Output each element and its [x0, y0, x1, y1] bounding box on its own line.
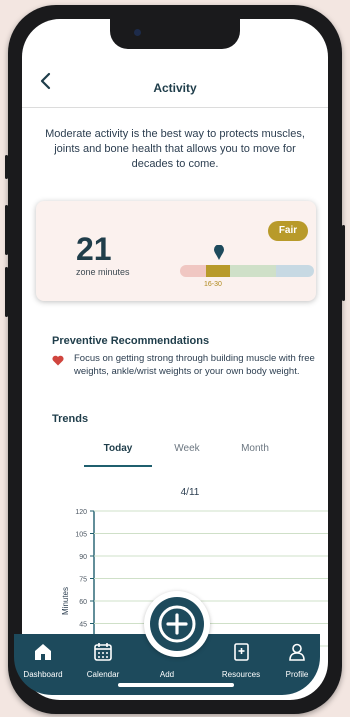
nav-label: Resources — [221, 670, 261, 679]
home-indicator — [118, 683, 234, 687]
range-bar — [180, 265, 314, 277]
nav-dashboard[interactable]: Dashboard — [16, 642, 70, 679]
range-good-segment — [230, 265, 276, 277]
y-tick-label: 45 — [79, 622, 87, 629]
active-tab-indicator — [84, 465, 152, 467]
nav-label: Profile — [285, 670, 309, 679]
zone-minutes-value: 21 — [76, 231, 112, 267]
header-divider — [22, 107, 328, 108]
nav-profile[interactable]: Profile — [270, 642, 324, 679]
side-button — [5, 205, 8, 255]
recommendation-text: Focus on getting strong through building… — [74, 353, 315, 377]
side-button — [342, 225, 345, 301]
nav-label: Dashboard — [23, 670, 63, 679]
nav-label: Calendar — [86, 670, 120, 679]
tab-month[interactable]: Month — [230, 443, 280, 454]
camera-icon — [134, 29, 141, 36]
side-button — [5, 267, 8, 317]
plus-icon — [158, 605, 196, 643]
add-button[interactable] — [144, 591, 210, 657]
notch — [110, 19, 240, 49]
range-low-segment — [180, 265, 206, 277]
home-icon — [35, 644, 51, 660]
range-label: 16-30 — [204, 281, 222, 288]
range-marker-icon — [214, 245, 224, 260]
rating-badge: Fair — [268, 221, 308, 241]
calendar-icon — [94, 643, 112, 661]
book-icon — [234, 643, 249, 661]
y-tick-label: 120 — [75, 509, 87, 516]
zone-minutes-label: zone minutes — [76, 267, 130, 277]
trends-title: Trends — [52, 413, 89, 425]
tab-today[interactable]: Today — [84, 443, 152, 454]
y-tick-label: 75 — [79, 577, 87, 584]
side-button — [5, 155, 8, 179]
y-tick-label: 105 — [75, 532, 87, 539]
y-tick-label: 90 — [79, 554, 87, 561]
chart-date: 4/11 — [180, 487, 200, 498]
tab-week[interactable]: Week — [162, 443, 212, 454]
activity-card: 21 zone minutes Fair 16-30 — [36, 201, 316, 301]
nav-calendar[interactable]: Calendar — [76, 642, 130, 679]
add-button-inner — [150, 597, 204, 651]
y-tick-label: 60 — [79, 599, 87, 606]
range-fair-segment — [206, 265, 230, 277]
profile-icon — [289, 643, 305, 661]
range-high-segment — [276, 265, 314, 277]
nav-label: Add — [159, 670, 175, 679]
heart-icon — [52, 355, 64, 366]
y-axis-label: Minutes — [61, 587, 70, 615]
nav-resources[interactable]: Resources — [214, 642, 268, 679]
recommendations-title: Preventive Recommendations — [52, 335, 210, 347]
intro-text: Moderate activity is the best way to pro… — [45, 128, 305, 170]
page-title: Activity — [153, 81, 197, 95]
header: Activity — [22, 59, 328, 103]
